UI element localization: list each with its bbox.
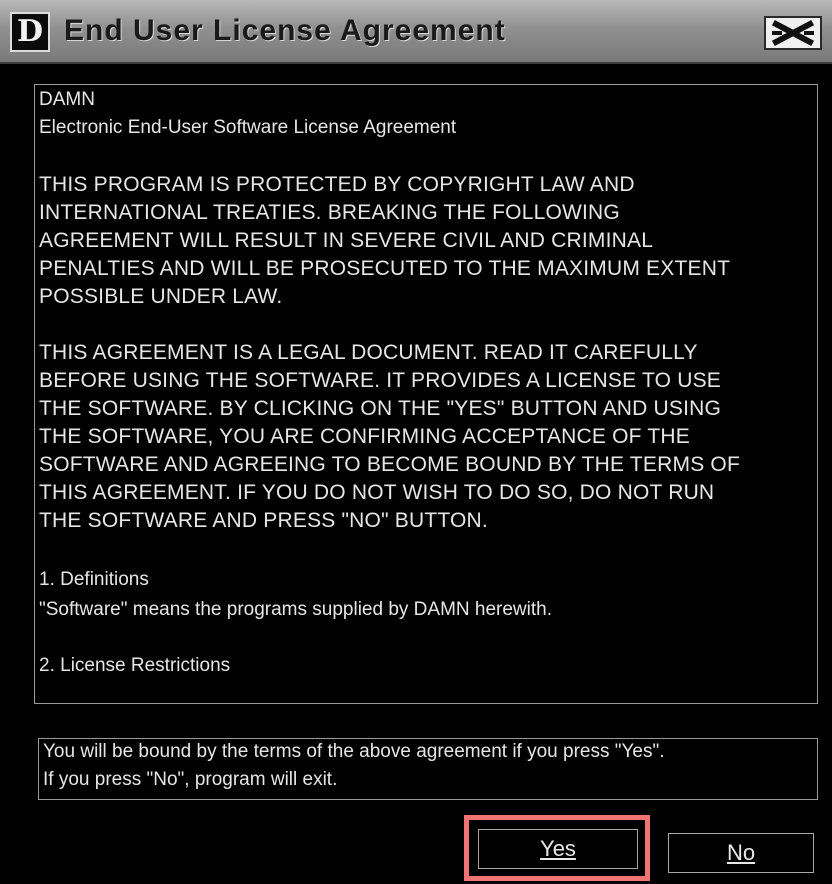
close-button[interactable] bbox=[764, 16, 822, 50]
license-line: SOFTWARE AND AGREEING TO BECOME BOUND BY… bbox=[39, 453, 740, 476]
license-line: THIS AGREEMENT IS A LEGAL DOCUMENT. READ… bbox=[39, 341, 698, 364]
license-line: INTERNATIONAL TREATIES. BREAKING THE FOL… bbox=[39, 201, 620, 224]
no-button-label: No bbox=[726, 840, 756, 865]
license-line: Electronic End-User Software License Agr… bbox=[39, 117, 457, 138]
license-line: THIS PROGRAM IS PROTECTED BY COPYRIGHT L… bbox=[39, 173, 635, 196]
license-line: BEFORE USING THE SOFTWARE. IT PROVIDES A… bbox=[39, 369, 721, 392]
license-line: AGREEMENT WILL RESULT IN SEVERE CIVIL AN… bbox=[39, 229, 654, 252]
app-logo-icon: D bbox=[10, 12, 50, 52]
license-line: THIS AGREEMENT. IF YOU DO NOT WISH TO DO… bbox=[39, 481, 715, 504]
title-bar[interactable]: D End User License Agreement bbox=[0, 0, 832, 64]
license-line: DAMN bbox=[39, 89, 95, 110]
license-line: THE SOFTWARE, YOU ARE CONFIRMING ACCEPTA… bbox=[39, 425, 690, 448]
no-button[interactable]: No bbox=[668, 833, 814, 873]
close-icon bbox=[771, 19, 815, 47]
license-line: "Software" means the programs supplied b… bbox=[39, 599, 552, 620]
license-line: PENALTIES AND WILL BE PROSECUTED TO THE … bbox=[39, 257, 731, 280]
license-line: 1. Definitions bbox=[39, 569, 149, 590]
license-line: 2. License Restrictions bbox=[39, 655, 231, 676]
yes-button-label: Yes bbox=[540, 836, 576, 861]
yes-button[interactable]: Yes bbox=[478, 829, 638, 869]
notice-line: You will be bound by the terms of the ab… bbox=[43, 741, 665, 762]
license-line: THE SOFTWARE. BY CLICKING ON THE "YES" B… bbox=[39, 397, 722, 420]
notice-box: You will be bound by the terms of the ab… bbox=[38, 738, 818, 800]
license-line: POSSIBLE UNDER LAW. bbox=[39, 285, 283, 308]
license-line: THE SOFTWARE AND PRESS "NO" BUTTON. bbox=[39, 509, 488, 532]
notice-line: If you press "No", program will exit. bbox=[43, 769, 338, 790]
window-title: End User License Agreement bbox=[64, 14, 506, 47]
license-dialog: D End User License Agreement DAMN Electr… bbox=[0, 0, 832, 884]
license-text-panel[interactable]: DAMN Electronic End-User Software Licens… bbox=[34, 84, 818, 704]
